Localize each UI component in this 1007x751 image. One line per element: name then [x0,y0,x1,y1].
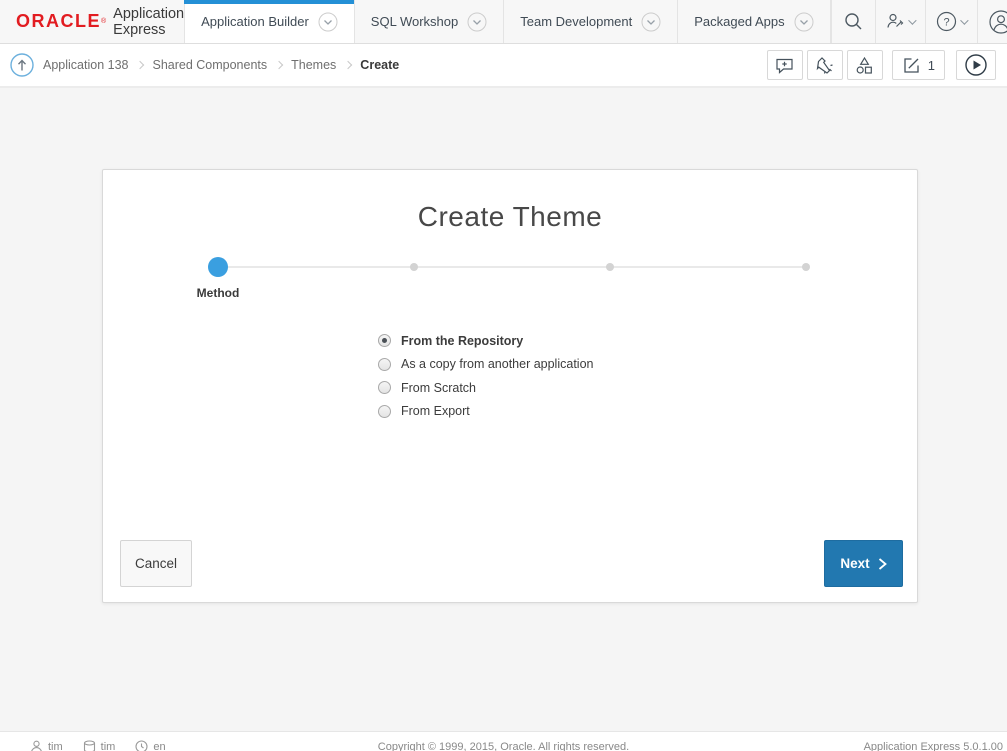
method-radio-group: From the Repository As a copy from anoth… [378,329,593,423]
radio-option-label[interactable]: From Export [401,404,470,418]
tab-label: SQL Workshop [371,14,458,29]
tab-packaged-apps[interactable]: Packaged Apps [677,0,830,43]
breadcrumb-separator-icon [275,61,283,69]
user-icon [988,9,1007,35]
next-button[interactable]: Next [824,540,903,587]
tab-label: Application Builder [201,14,309,29]
tab-application-builder[interactable]: Application Builder [184,0,354,43]
breadcrumb: Application 138 Shared Components Themes… [43,58,399,72]
cancel-button[interactable]: Cancel [120,540,192,587]
top-navigation-bar: ORACLE® Application Express Application … [0,0,1007,44]
chevron-down-icon[interactable] [641,12,661,32]
up-level-icon[interactable] [10,53,34,77]
oracle-logo: ORACLE® Application Express [0,0,184,43]
radio-option-from-export[interactable]: From Export [378,400,593,424]
help-menu-button[interactable]: ? [925,0,977,43]
radio-option-label[interactable]: From the Repository [401,334,523,348]
header-utility-icons: ? [831,0,1007,43]
run-icon [964,53,988,77]
comment-button[interactable] [767,50,803,80]
wizard-progress-line [218,266,806,268]
radio-button-icon[interactable] [378,358,391,371]
edit-page-icon [902,56,921,75]
breadcrumb-shared-components[interactable]: Shared Components [152,58,267,72]
radio-option-copy-from-application[interactable]: As a copy from another application [378,353,593,377]
comment-icon [774,55,795,76]
svg-text:?: ? [944,17,950,29]
registered-mark: ® [101,17,106,27]
edit-page-number: 1 [928,58,935,73]
wizard-step-2-dot [410,263,418,271]
shared-components-icon [854,55,875,76]
run-application-button[interactable] [956,50,996,80]
footer-copyright: Copyright © 1999, 2015, Oracle. All righ… [0,741,1007,751]
oracle-brand-text: ORACLE [16,11,101,32]
tab-team-development[interactable]: Team Development [503,0,677,43]
wizard-step-label: Method [168,286,268,300]
wizard-step-1-dot [208,257,228,277]
edit-page-button[interactable]: 1 [892,50,945,80]
help-icon: ? [936,11,957,32]
chevron-down-icon [960,16,968,24]
search-icon [844,12,863,31]
breadcrumb-application[interactable]: Application 138 [43,58,128,72]
chevron-down-icon[interactable] [467,12,487,32]
user-menu-button[interactable] [977,0,1007,43]
radio-button-icon[interactable] [378,334,391,347]
breadcrumb-bar: Application 138 Shared Components Themes… [0,44,1007,88]
breadcrumb-separator-icon [136,61,144,69]
radio-option-from-scratch[interactable]: From Scratch [378,376,593,400]
radio-option-label[interactable]: From Scratch [401,381,476,395]
wizard-step-3-dot [606,263,614,271]
breadcrumb-themes[interactable]: Themes [291,58,336,72]
utilities-button[interactable] [807,50,843,80]
breadcrumb-separator-icon [344,61,352,69]
chevron-right-icon [878,558,887,570]
page-action-buttons: 1 [763,50,999,80]
chevron-down-icon [908,16,916,24]
tab-label: Team Development [520,14,632,29]
spotlight-icon [814,55,835,76]
chevron-down-icon[interactable] [318,12,338,32]
administration-menu-button[interactable] [875,0,925,43]
radio-option-label[interactable]: As a copy from another application [401,357,593,371]
wizard-step-4-dot [802,263,810,271]
product-name-text: Application Express [113,6,184,38]
nav-tabs: Application Builder SQL Workshop Team De… [184,0,830,43]
admin-icon [886,12,905,31]
footer-version: Application Express 5.0.1.00 [864,741,1003,751]
tab-label: Packaged Apps [694,14,784,29]
search-button[interactable] [831,0,875,43]
tab-sql-workshop[interactable]: SQL Workshop [354,0,503,43]
chevron-down-icon[interactable] [794,12,814,32]
radio-button-icon[interactable] [378,405,391,418]
radio-option-from-repository[interactable]: From the Repository [378,329,593,353]
page-footer: tim tim en Copyright © 1999, 2015, Oracl… [0,731,1007,751]
page-title: Create Theme [103,201,917,233]
radio-button-icon[interactable] [378,381,391,394]
breadcrumb-create: Create [360,58,399,72]
shared-components-button[interactable] [847,50,883,80]
create-theme-wizard-card: Create Theme Method From the Repository … [102,169,918,603]
next-button-label: Next [840,556,869,571]
